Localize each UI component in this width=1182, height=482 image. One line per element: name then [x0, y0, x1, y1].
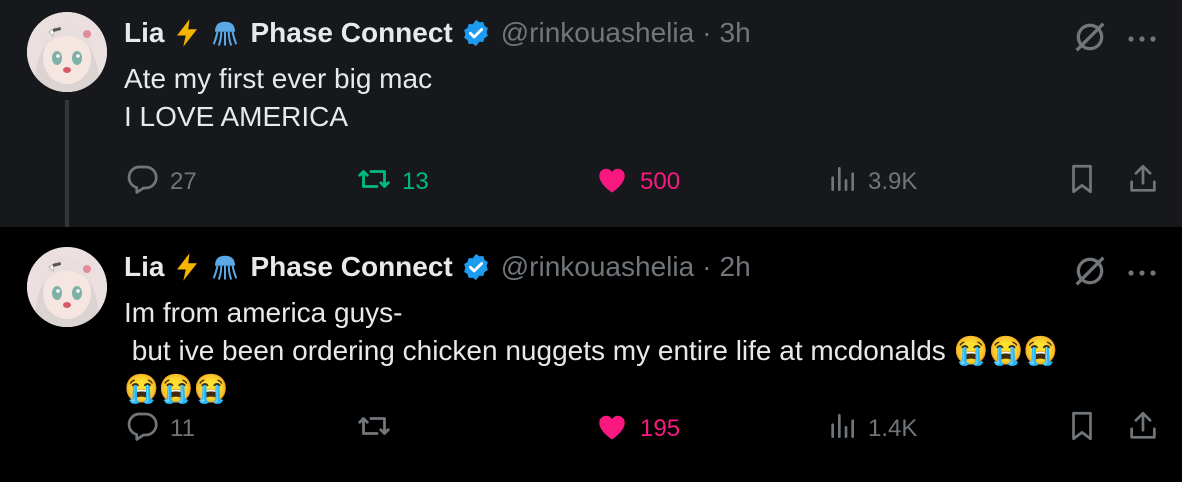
views-count: 3.9K: [868, 168, 918, 195]
retweet-count: 13: [402, 168, 429, 195]
like-button[interactable]: 500: [594, 162, 680, 202]
tweet[interactable]: Lia Phase Connect @rinkouashelia · 2h Im…: [0, 227, 1182, 482]
reply-count: 11: [170, 415, 195, 442]
retweet-icon: [356, 161, 392, 204]
tweet-text-line: but ive been ordering chicken nuggets my…: [124, 335, 1059, 366]
timestamp[interactable]: 3h: [720, 17, 751, 49]
like-count: 500: [640, 168, 681, 195]
tweet-text: Im from america guys- but ive been order…: [124, 294, 1058, 408]
display-name[interactable]: Lia: [124, 17, 164, 49]
user-handle[interactable]: @rinkouashelia: [501, 251, 694, 283]
share-button[interactable]: [1126, 409, 1160, 449]
tweet-text-line: Im from america guys-: [124, 297, 403, 328]
thread-connector-line: [65, 100, 69, 242]
retweet-button[interactable]: 13: [356, 162, 429, 202]
reply-button[interactable]: 11: [124, 409, 195, 449]
share-icon: [1126, 162, 1160, 203]
tweet-text-line: Ate my first ever big mac: [124, 63, 433, 94]
share-button[interactable]: [1126, 162, 1160, 202]
bookmark-icon: [1065, 409, 1099, 450]
reply-button[interactable]: 27: [124, 162, 197, 202]
jellyfish-icon: [210, 18, 240, 48]
grok-icon[interactable]: [1070, 251, 1110, 296]
avatar[interactable]: [27, 12, 107, 92]
heart-icon: [594, 161, 630, 204]
more-options-icon[interactable]: [1126, 265, 1158, 283]
lightning-icon: [172, 252, 202, 282]
bookmark-button[interactable]: [1065, 409, 1099, 449]
bookmark-icon: [1065, 162, 1099, 203]
affiliation-name[interactable]: Phase Connect: [250, 251, 452, 283]
separator-dot: ·: [702, 251, 712, 282]
jellyfish-icon: [210, 252, 240, 282]
heart-icon: [594, 408, 630, 451]
like-count: 195: [640, 415, 681, 442]
tweet[interactable]: Lia Phase Connect @rinkouashelia · 3h At…: [0, 0, 1182, 242]
lightning-icon: [172, 18, 202, 48]
reply-icon: [124, 161, 160, 204]
action-bar: 27 13 500 3.9K: [124, 162, 1164, 202]
action-bar: 11 195 1.4K: [124, 409, 1164, 449]
grok-icon[interactable]: [1070, 17, 1110, 62]
verified-badge-icon[interactable]: [461, 252, 491, 282]
like-button[interactable]: 195: [594, 409, 680, 449]
bookmark-button[interactable]: [1065, 162, 1099, 202]
tweet-text-line: I LOVE AMERICA: [124, 101, 349, 132]
affiliation-name[interactable]: Phase Connect: [250, 17, 452, 49]
user-handle[interactable]: @rinkouashelia: [501, 17, 694, 49]
tweet-text: Ate my first ever big mac I LOVE AMERICA: [124, 60, 432, 136]
tweet-header: Lia Phase Connect @rinkouashelia · 3h: [124, 15, 751, 51]
verified-badge-icon[interactable]: [461, 18, 491, 48]
analytics-icon: [826, 163, 858, 202]
avatar[interactable]: [27, 247, 107, 327]
retweet-icon: [356, 408, 392, 451]
tweet-text-line: 😭😭😭: [124, 373, 229, 404]
more-options-icon[interactable]: [1126, 31, 1158, 49]
retweet-button[interactable]: [356, 409, 402, 449]
display-name[interactable]: Lia: [124, 251, 164, 283]
views-button[interactable]: 3.9K: [826, 162, 917, 202]
views-count: 1.4K: [868, 415, 918, 442]
analytics-icon: [826, 410, 858, 449]
reply-icon: [124, 408, 160, 451]
timestamp[interactable]: 2h: [720, 251, 751, 283]
separator-dot: ·: [702, 17, 712, 48]
views-button[interactable]: 1.4K: [826, 409, 917, 449]
share-icon: [1126, 409, 1160, 450]
reply-count: 27: [170, 168, 197, 195]
tweet-header: Lia Phase Connect @rinkouashelia · 2h: [124, 249, 751, 285]
